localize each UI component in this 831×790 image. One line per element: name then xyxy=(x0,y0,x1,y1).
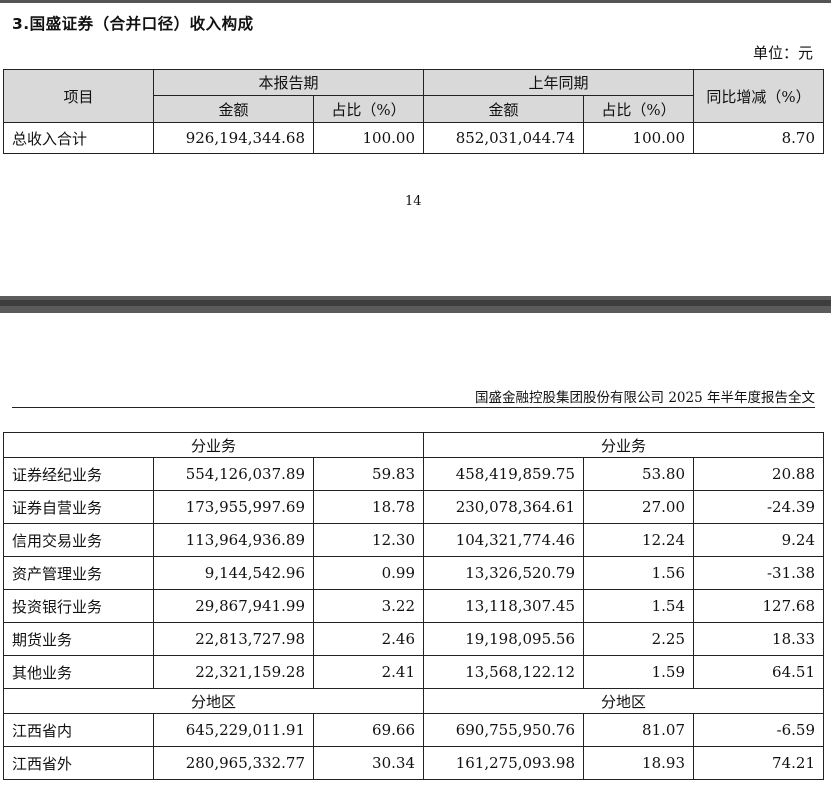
table-row: 其他业务 22,321,159.28 2.41 13,568,122.12 1.59 64… xyxy=(3,655,824,689)
cell-amount: 13,568,122.12 xyxy=(423,655,584,689)
unit-label: 单位：元 xyxy=(752,44,813,62)
cell-amount: 113,964,936.89 xyxy=(153,523,314,557)
group-label-business: 分业务 xyxy=(3,432,424,458)
page-number: 14 xyxy=(405,194,422,209)
row-label: 期货业务 xyxy=(3,622,154,656)
row-label: 投资银行业务 xyxy=(3,589,154,623)
page-divider-inner xyxy=(0,300,831,306)
cell-ratio: 0.99 xyxy=(313,556,424,590)
cell-yoy: 8.70 xyxy=(693,122,825,154)
header-amount: 金额 xyxy=(153,95,314,123)
cell-yoy: 20.88 xyxy=(693,457,824,491)
row-label: 江西省内 xyxy=(3,713,154,747)
cell-amount: 19,198,095.56 xyxy=(423,622,584,656)
cell-amount: 926,194,344.68 xyxy=(153,122,314,154)
group-row-business: 分业务 分业务 xyxy=(3,432,824,458)
revenue-breakdown-table: 分业务 分业务 证券经纪业务 554,126,037.89 59.83 458,419… xyxy=(3,432,824,780)
group-label-region: 分地区 xyxy=(423,688,824,714)
cell-ratio: 69.66 xyxy=(313,713,424,747)
cell-amount: 230,078,364.61 xyxy=(423,490,584,524)
cell-amount: 104,321,774.46 xyxy=(423,523,584,557)
cell-amount: 645,229,011.91 xyxy=(153,713,314,747)
section-title: 3.国盛证券（合并口径）收入构成 xyxy=(12,15,254,33)
group-label-region: 分地区 xyxy=(3,688,424,714)
cell-ratio: 27.00 xyxy=(583,490,694,524)
row-label: 总收入合计 xyxy=(3,122,154,154)
cell-ratio: 18.78 xyxy=(313,490,424,524)
cell-ratio: 1.54 xyxy=(583,589,694,623)
table-row: 期货业务 22,813,727.98 2.46 19,198,095.56 2.25 18… xyxy=(3,622,824,656)
cell-yoy: 18.33 xyxy=(693,622,824,656)
cell-amount: 852,031,044.74 xyxy=(423,122,585,154)
cell-amount: 280,965,332.77 xyxy=(153,746,314,780)
table-row: 证券经纪业务 554,126,037.89 59.83 458,419,859.75 5… xyxy=(3,457,824,491)
cell-amount: 29,867,941.99 xyxy=(153,589,314,623)
cell-ratio: 81.07 xyxy=(583,713,694,747)
cell-yoy: 64.51 xyxy=(693,655,824,689)
header-amount: 金额 xyxy=(423,95,585,123)
cell-amount: 9,144,542.96 xyxy=(153,556,314,590)
cell-yoy: -24.39 xyxy=(693,490,824,524)
cell-amount: 173,955,997.69 xyxy=(153,490,314,524)
cell-amount: 13,326,520.79 xyxy=(423,556,584,590)
cell-amount: 458,419,859.75 xyxy=(423,457,584,491)
table-row: 江西省内 645,229,011.91 69.66 690,755,950.76 81.… xyxy=(3,713,824,747)
cell-amount: 554,126,037.89 xyxy=(153,457,314,491)
cell-yoy: 74.21 xyxy=(693,746,824,780)
cell-ratio: 59.83 xyxy=(313,457,424,491)
table-row: 证券自营业务 173,955,997.69 18.78 230,078,364.61 2… xyxy=(3,490,824,524)
header-prior-period: 上年同期 xyxy=(423,69,695,96)
cell-yoy: 9.24 xyxy=(693,523,824,557)
group-row-region: 分地区 分地区 xyxy=(3,688,824,714)
table-row: 总收入合计 926,194,344.68 100.00 852,031,044.… xyxy=(3,122,825,154)
row-label: 其他业务 xyxy=(3,655,154,689)
table-row: 资产管理业务 9,144,542.96 0.99 13,326,520.79 1.56-… xyxy=(3,556,824,590)
row-label: 证券经纪业务 xyxy=(3,457,154,491)
cell-yoy: 127.68 xyxy=(693,589,824,623)
header-row: 项目 本报告期 上年同期 同比增减（%） xyxy=(3,69,825,123)
document-header: 国盛金融控股集团股份有限公司 2025 年半年度报告全文 xyxy=(475,390,815,406)
cell-ratio: 2.41 xyxy=(313,655,424,689)
table-row: 江西省外 280,965,332.77 30.34 161,275,093.98 18.… xyxy=(3,746,824,780)
header-yoy: 同比增减（%） xyxy=(693,69,825,123)
header-ratio: 占比（%） xyxy=(312,95,425,123)
cell-ratio: 1.56 xyxy=(583,556,694,590)
table-row: 投资银行业务 29,867,941.99 3.22 13,118,307.45 1.54… xyxy=(3,589,824,623)
cell-amount: 690,755,950.76 xyxy=(423,713,584,747)
cell-ratio: 3.22 xyxy=(313,589,424,623)
row-label: 信用交易业务 xyxy=(3,523,154,557)
cell-amount: 22,813,727.98 xyxy=(153,622,314,656)
header-ratio: 占比（%） xyxy=(583,95,695,123)
group-label-business: 分业务 xyxy=(423,432,824,458)
cell-ratio: 53.80 xyxy=(583,457,694,491)
cell-ratio: 12.24 xyxy=(583,523,694,557)
cell-ratio: 12.30 xyxy=(313,523,424,557)
revenue-summary-table: 项目 本报告期 上年同期 同比增减（%） 金额 占比（%） 金额 占比（%） 总… xyxy=(3,69,825,154)
cell-ratio: 2.25 xyxy=(583,622,694,656)
cell-ratio: 100.00 xyxy=(583,122,695,154)
cell-ratio: 2.46 xyxy=(313,622,424,656)
cell-ratio: 1.59 xyxy=(583,655,694,689)
cell-ratio: 30.34 xyxy=(313,746,424,780)
header-item: 项目 xyxy=(3,69,154,123)
cell-ratio: 100.00 xyxy=(312,122,425,154)
cell-yoy: -31.38 xyxy=(693,556,824,590)
top-border xyxy=(0,0,831,3)
header-current-period: 本报告期 xyxy=(152,69,425,96)
row-label: 江西省外 xyxy=(3,746,154,780)
cell-amount: 22,321,159.28 xyxy=(153,655,314,689)
table-row: 信用交易业务 113,964,936.89 12.30 104,321,774.46 1… xyxy=(3,523,824,557)
row-label: 证券自营业务 xyxy=(3,490,154,524)
cell-amount: 13,118,307.45 xyxy=(423,589,584,623)
cell-yoy: -6.59 xyxy=(693,713,824,747)
cell-amount: 161,275,093.98 xyxy=(423,746,584,780)
cell-ratio: 18.93 xyxy=(583,746,694,780)
row-label: 资产管理业务 xyxy=(3,556,154,590)
header-rule xyxy=(12,407,815,408)
